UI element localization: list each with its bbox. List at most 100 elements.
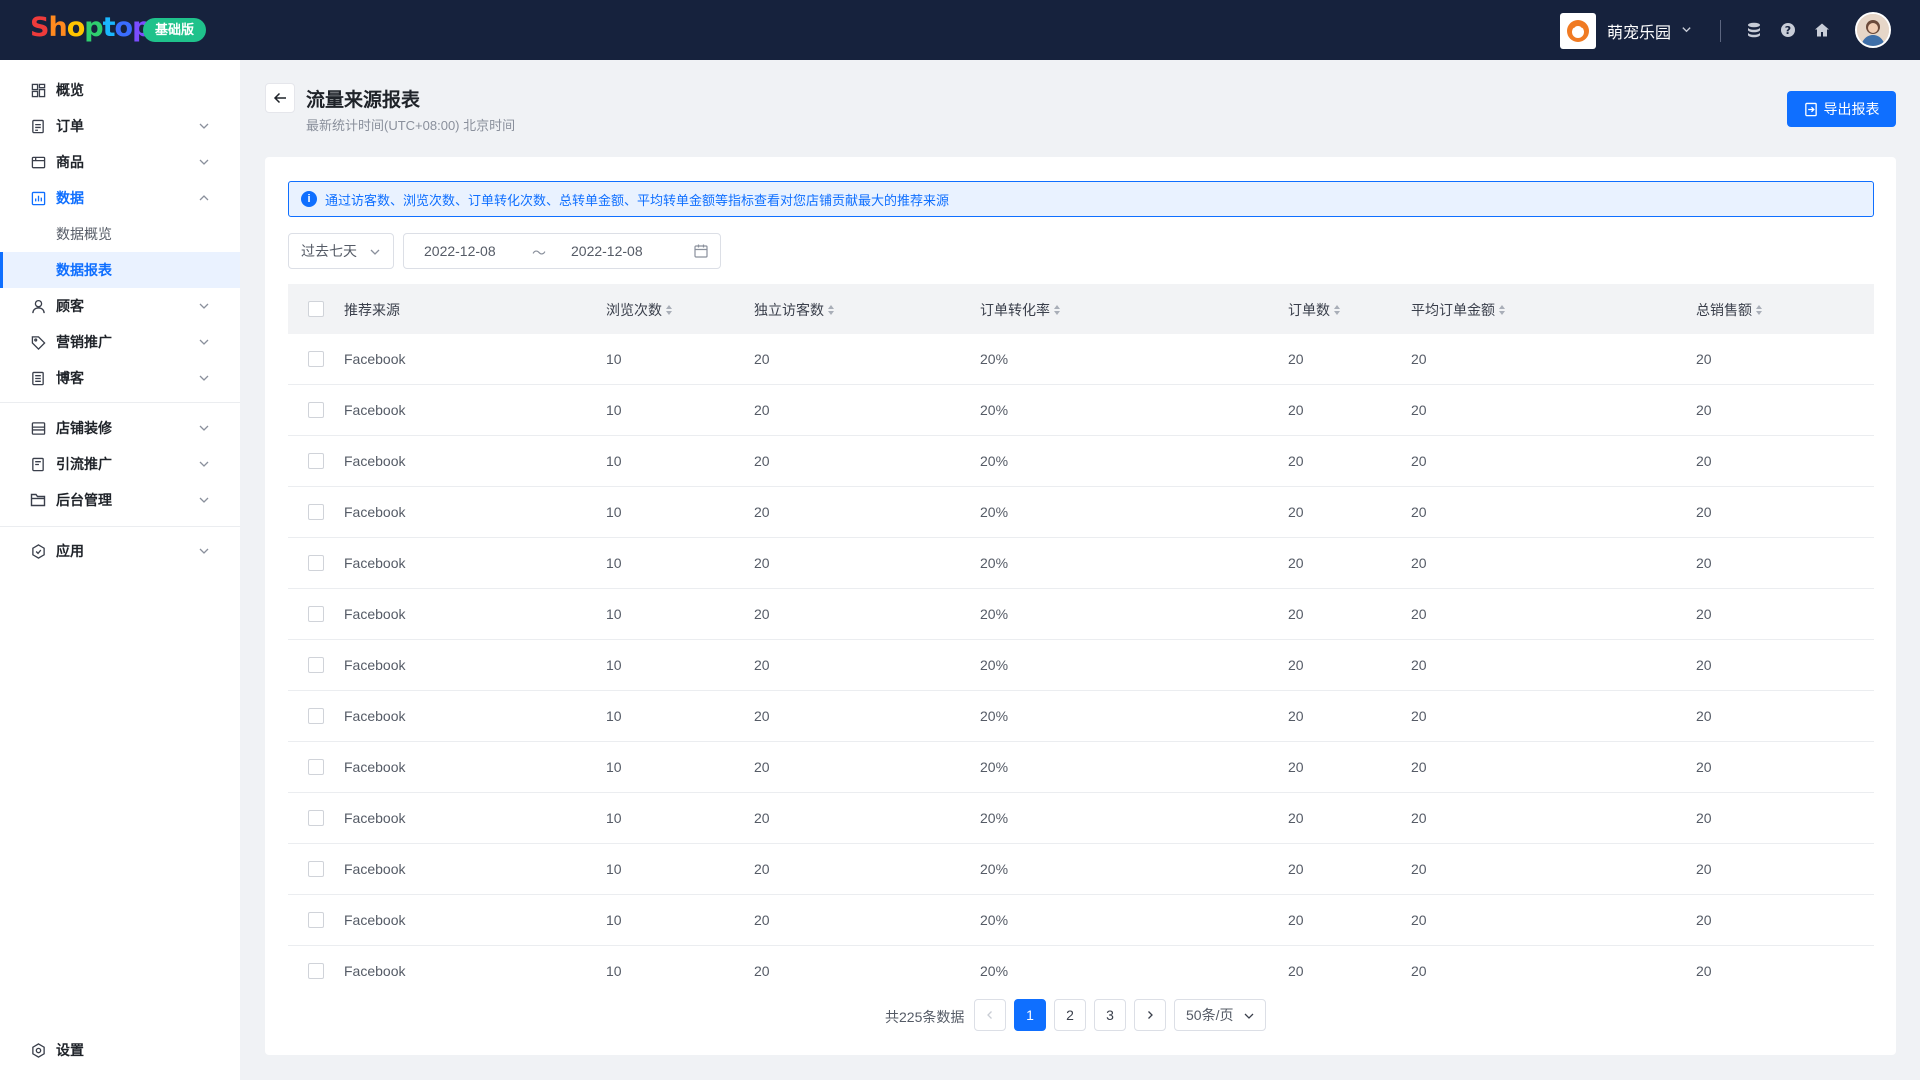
- table-row[interactable]: Facebook 10 20 20% 20 20 20: [288, 640, 1874, 691]
- table-cell: 20: [1411, 555, 1427, 571]
- table-cell: 10: [606, 606, 622, 622]
- row-checkbox[interactable]: [308, 504, 324, 520]
- table-cell: 10: [606, 963, 622, 979]
- table-cell: 20: [1411, 351, 1427, 367]
- table-cell: Facebook: [344, 861, 406, 877]
- shoptop-logo[interactable]: Shoptop: [30, 12, 151, 43]
- table-cell: 20: [1411, 963, 1427, 979]
- table-row[interactable]: Facebook 10 20 20% 20 20 20: [288, 742, 1874, 793]
- row-checkbox[interactable]: [308, 606, 324, 622]
- page-button[interactable]: 1: [1014, 999, 1046, 1031]
- sort-icon[interactable]: [1756, 305, 1763, 315]
- sidebar-item-orders[interactable]: 订单: [0, 108, 240, 144]
- next-page-button[interactable]: [1134, 999, 1166, 1031]
- sort-icon[interactable]: [1334, 305, 1341, 315]
- table-row[interactable]: Facebook 10 20 20% 20 20 20: [288, 385, 1874, 436]
- sidebar-item-apps[interactable]: 应用: [0, 533, 240, 569]
- table-row[interactable]: Facebook 10 20 20% 20 20 20: [288, 793, 1874, 844]
- table-cell: 20%: [980, 912, 1009, 928]
- sidebar-item-data[interactable]: 数据: [0, 180, 240, 216]
- row-checkbox[interactable]: [308, 912, 324, 928]
- table-cell: 20: [1696, 861, 1712, 877]
- sidebar-subitem-data-overview[interactable]: 数据概览: [0, 216, 240, 252]
- page-button[interactable]: 2: [1054, 999, 1086, 1031]
- table-cell: 10: [606, 759, 622, 775]
- page-size-select[interactable]: 50条/页: [1174, 999, 1266, 1031]
- date-range-select[interactable]: 过去七天: [288, 233, 394, 269]
- column-header[interactable]: 订单数: [1288, 300, 1341, 320]
- sidebar-item-customers[interactable]: 顾客: [0, 288, 240, 324]
- table-cell: 20: [1696, 708, 1712, 724]
- sidebar-item-admin[interactable]: 后台管理: [0, 482, 240, 518]
- sort-icon[interactable]: [1499, 305, 1506, 315]
- sidebar-item-products[interactable]: 商品: [0, 144, 240, 180]
- table-row[interactable]: Facebook 10 20 20% 20 20 20: [288, 946, 1874, 979]
- traffic-icon: [30, 456, 46, 472]
- table-cell: 20: [1411, 657, 1427, 673]
- traffic-source-table: 推荐来源 浏览次数 独立访客数 订单转化率 订单数 平均订单金额 总销售额 Facebook…: [288, 284, 1874, 979]
- table-cell: 20: [1411, 402, 1427, 418]
- sidebar-item-blog[interactable]: 博客: [0, 360, 240, 396]
- end-date[interactable]: 2022-12-08: [571, 243, 643, 259]
- table-cell: Facebook: [344, 963, 406, 979]
- row-checkbox[interactable]: [308, 351, 324, 367]
- sidebar-item-overview[interactable]: 概览: [0, 72, 240, 108]
- row-checkbox[interactable]: [308, 963, 324, 979]
- back-button[interactable]: [265, 83, 295, 113]
- tag-icon: [30, 334, 46, 350]
- database-icon[interactable]: [1744, 20, 1764, 40]
- user-avatar[interactable]: [1855, 12, 1891, 48]
- table-row[interactable]: Facebook 10 20 20% 20 20 20: [288, 334, 1874, 385]
- table-cell: 20%: [980, 453, 1009, 469]
- sidebar-item-store-design[interactable]: 店铺装修: [0, 410, 240, 446]
- table-row[interactable]: Facebook 10 20 20% 20 20 20: [288, 691, 1874, 742]
- sidebar-item-marketing[interactable]: 营销推广: [0, 324, 240, 360]
- sidebar-subitem-data-report[interactable]: 数据报表: [0, 252, 240, 288]
- table-cell: 20: [1696, 963, 1712, 979]
- sort-icon[interactable]: [1054, 305, 1061, 315]
- dashboard-icon: [30, 82, 46, 98]
- start-date[interactable]: 2022-12-08: [424, 243, 496, 259]
- column-header[interactable]: 浏览次数: [606, 300, 673, 320]
- home-icon[interactable]: [1812, 20, 1832, 40]
- table-cell: 20: [754, 861, 770, 877]
- table-row[interactable]: Facebook 10 20 20% 20 20 20: [288, 436, 1874, 487]
- table-cell: 10: [606, 708, 622, 724]
- table-row[interactable]: Facebook 10 20 20% 20 20 20: [288, 844, 1874, 895]
- row-checkbox[interactable]: [308, 402, 324, 418]
- table-row[interactable]: Facebook 10 20 20% 20 20 20: [288, 487, 1874, 538]
- sort-icon[interactable]: [666, 305, 673, 315]
- table-row[interactable]: Facebook 10 20 20% 20 20 20: [288, 538, 1874, 589]
- help-icon[interactable]: ?: [1778, 20, 1798, 40]
- table-row[interactable]: Facebook 10 20 20% 20 20 20: [288, 589, 1874, 640]
- row-checkbox[interactable]: [308, 810, 324, 826]
- column-header[interactable]: 总销售额: [1696, 300, 1763, 320]
- sidebar-item-traffic[interactable]: 引流推广: [0, 446, 240, 482]
- page-button[interactable]: 3: [1094, 999, 1126, 1031]
- row-checkbox[interactable]: [308, 453, 324, 469]
- column-header[interactable]: 独立访客数: [754, 300, 835, 320]
- chevron-down-icon: [199, 497, 209, 503]
- info-notice-text: 通过访客数、浏览次数、订单转化次数、总转单金额、平均转单金额等指标查看对您店铺贡…: [325, 192, 950, 208]
- export-report-button[interactable]: 导出报表: [1787, 91, 1896, 127]
- row-checkbox[interactable]: [308, 657, 324, 673]
- chevron-down-icon: [199, 123, 209, 129]
- row-checkbox[interactable]: [308, 759, 324, 775]
- table-cell: 20: [754, 351, 770, 367]
- sort-icon[interactable]: [828, 305, 835, 315]
- chevron-down-icon: [199, 303, 209, 309]
- column-header[interactable]: 订单转化率: [980, 300, 1061, 320]
- table-cell: Facebook: [344, 351, 406, 367]
- sidebar-item-settings[interactable]: 设置: [0, 1032, 240, 1068]
- table-cell: 20: [1696, 810, 1712, 826]
- date-range-picker[interactable]: 2022-12-08 ～ 2022-12-08: [403, 233, 721, 269]
- row-checkbox[interactable]: [308, 708, 324, 724]
- prev-page-button[interactable]: [974, 999, 1006, 1031]
- row-checkbox[interactable]: [308, 555, 324, 571]
- row-checkbox[interactable]: [308, 861, 324, 877]
- table-cell: 20: [754, 453, 770, 469]
- select-all-checkbox[interactable]: [308, 301, 324, 317]
- store-switcher[interactable]: 萌宠乐园: [1560, 13, 1692, 49]
- column-header[interactable]: 平均订单金额: [1411, 300, 1506, 320]
- table-row[interactable]: Facebook 10 20 20% 20 20 20: [288, 895, 1874, 946]
